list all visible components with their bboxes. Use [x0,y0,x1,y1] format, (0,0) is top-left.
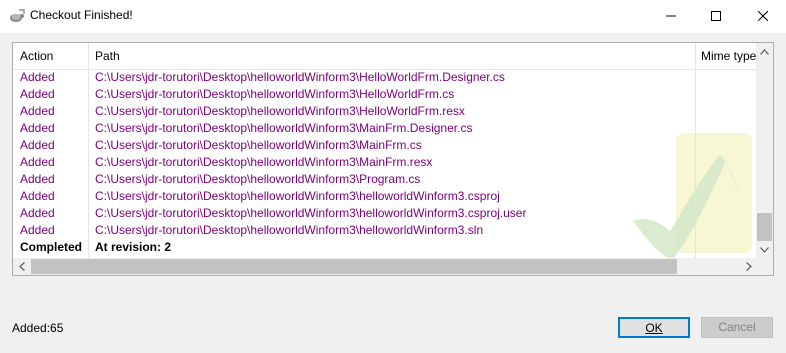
path-cell: C:\Users\jdr-torutori\Desktop\helloworld… [95,138,422,152]
cancel-button[interactable]: Cancel [701,317,773,338]
path-cell: C:\Users\jdr-torutori\Desktop\helloworld… [95,155,433,169]
column-header-action[interactable]: Action [20,43,53,69]
chevron-up-icon [760,48,769,55]
table-row[interactable]: Added C:\Users\jdr-torutori\Desktop\hell… [13,103,757,120]
column-header-path[interactable]: Path [95,43,120,69]
vertical-scrollbar[interactable] [756,43,773,258]
action-cell: Added [20,104,55,118]
table-row[interactable]: Added C:\Users\jdr-torutori\Desktop\hell… [13,171,757,188]
vertical-scroll-thumb[interactable] [757,213,772,241]
action-cell: Added [20,138,55,152]
ok-button[interactable]: OK [618,317,690,338]
tortoise-icon [10,9,25,22]
path-cell: At revision: 2 [95,240,172,254]
close-icon [758,11,768,21]
table-row-completed[interactable]: Completed At revision: 2 [13,239,757,256]
scroll-right-button[interactable] [740,258,757,275]
path-cell: C:\Users\jdr-torutori\Desktop\helloworld… [95,189,500,203]
scroll-left-button[interactable] [13,258,30,275]
horizontal-scroll-thumb[interactable] [31,259,677,274]
path-cell: C:\Users\jdr-torutori\Desktop\helloworld… [95,121,473,135]
table-body: Added C:\Users\jdr-torutori\Desktop\hell… [13,69,757,256]
table-row[interactable]: Added C:\Users\jdr-torutori\Desktop\hell… [13,69,757,86]
action-cell: Added [20,172,55,186]
action-cell: Added [20,155,55,169]
path-cell: C:\Users\jdr-torutori\Desktop\helloworld… [95,172,421,186]
title-bar: Checkout Finished! [0,0,786,33]
path-cell: C:\Users\jdr-torutori\Desktop\helloworld… [95,87,455,101]
table-row[interactable]: Added C:\Users\jdr-torutori\Desktop\hell… [13,188,757,205]
action-cell: Added [20,206,55,220]
minimize-icon [666,15,676,17]
table-header: Action Path Mime type [13,43,757,70]
column-header-mime-type[interactable]: Mime type [701,43,756,69]
action-cell: Added [20,87,55,101]
minimize-button[interactable] [648,0,694,32]
path-cell: C:\Users\jdr-torutori\Desktop\helloworld… [95,206,527,220]
scroll-up-button[interactable] [756,43,773,60]
results-list[interactable]: Action Path Mime type Added C:\Users\jdr… [12,42,774,276]
path-cell: C:\Users\jdr-torutori\Desktop\helloworld… [95,70,505,84]
chevron-left-icon [18,262,25,271]
path-cell: C:\Users\jdr-torutori\Desktop\helloworld… [95,104,465,118]
table-row[interactable]: Added C:\Users\jdr-torutori\Desktop\hell… [13,120,757,137]
action-cell: Added [20,223,55,237]
table-row[interactable]: Added C:\Users\jdr-torutori\Desktop\hell… [13,86,757,103]
path-cell: C:\Users\jdr-torutori\Desktop\helloworld… [95,223,484,237]
table-row[interactable]: Added C:\Users\jdr-torutori\Desktop\hell… [13,154,757,171]
action-cell: Added [20,121,55,135]
scrollbar-corner [756,258,773,275]
close-button[interactable] [740,0,786,32]
table-row[interactable]: Added C:\Users\jdr-torutori\Desktop\hell… [13,222,757,239]
table-row[interactable]: Added C:\Users\jdr-torutori\Desktop\hell… [13,137,757,154]
scroll-down-button[interactable] [756,241,773,258]
action-cell: Completed [20,240,83,254]
chevron-down-icon [760,246,769,253]
action-cell: Added [20,189,55,203]
chevron-right-icon [745,262,752,271]
maximize-button[interactable] [693,0,739,32]
action-cell: Added [20,70,55,84]
maximize-icon [711,11,721,21]
horizontal-scrollbar[interactable] [13,258,757,275]
table-row[interactable]: Added C:\Users\jdr-torutori\Desktop\hell… [13,205,757,222]
status-summary: Added:65 [12,321,64,335]
window-title: Checkout Finished! [30,8,133,22]
